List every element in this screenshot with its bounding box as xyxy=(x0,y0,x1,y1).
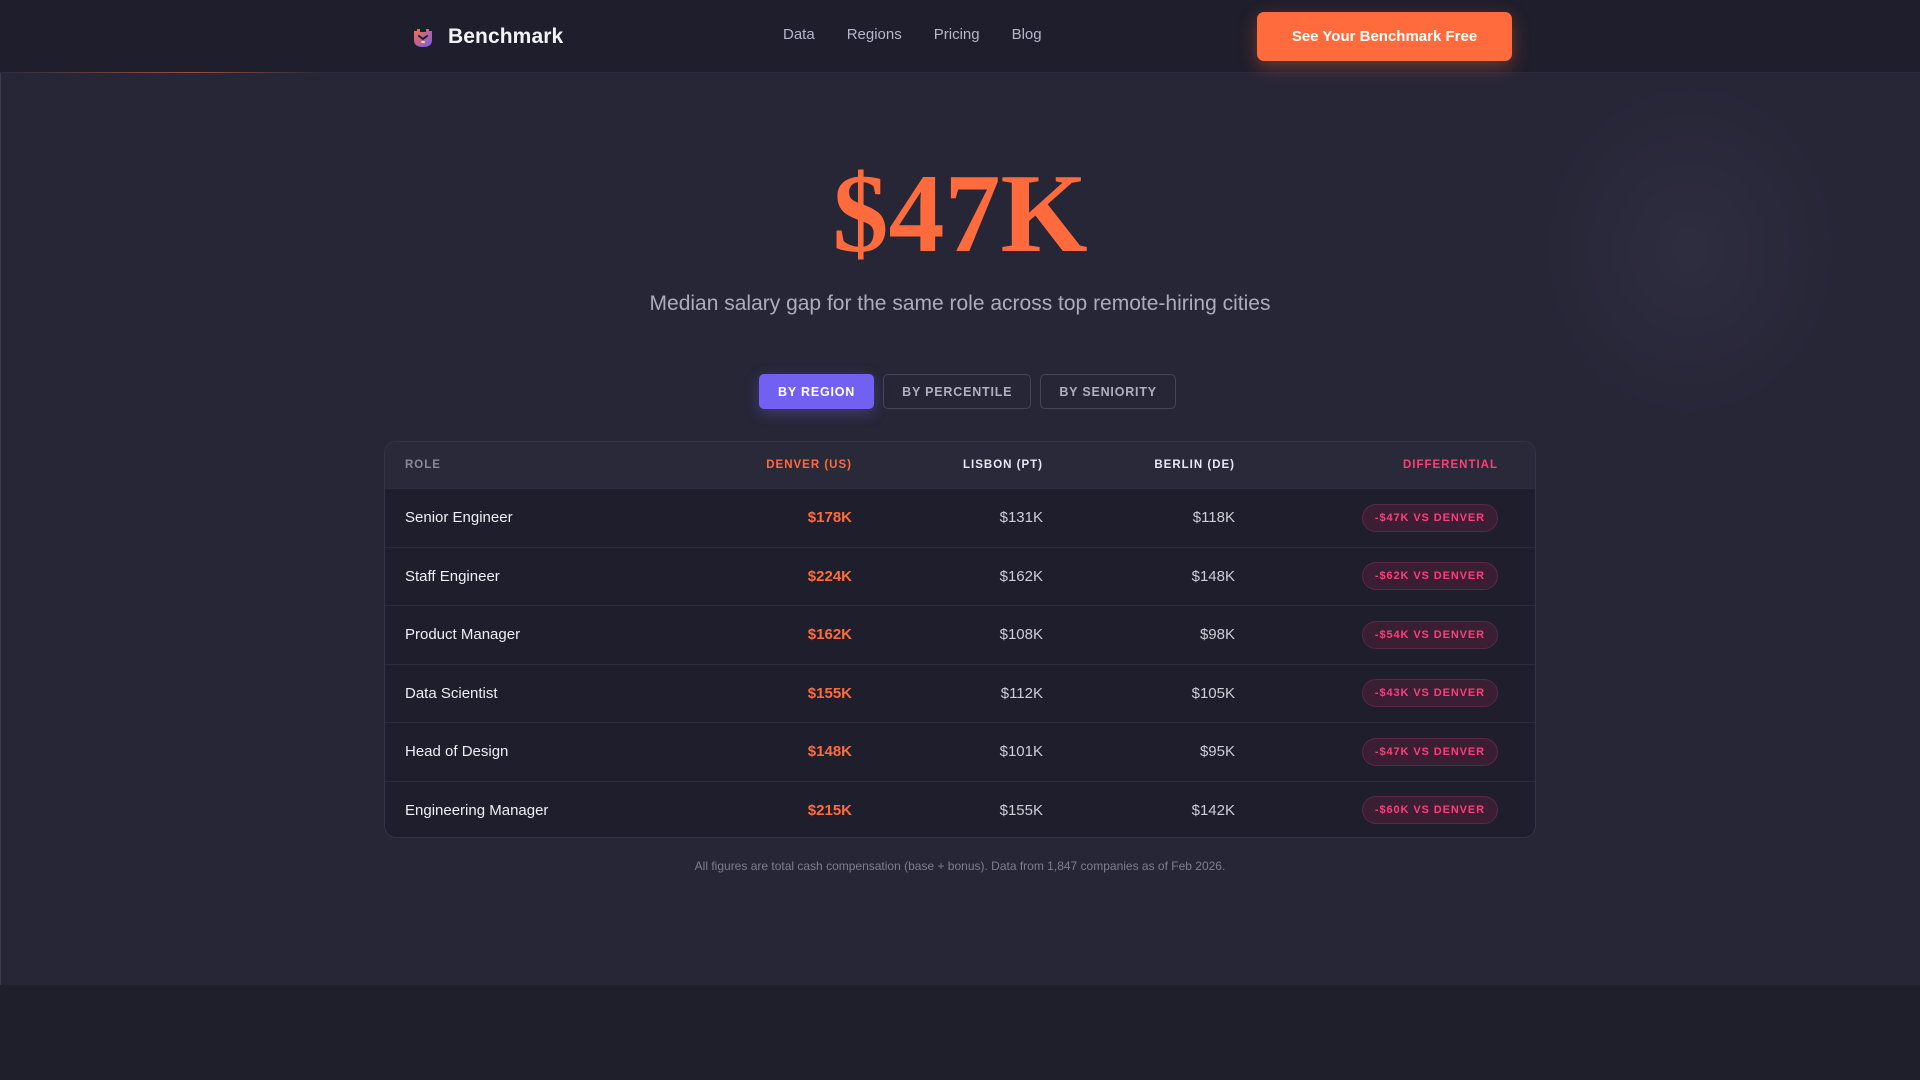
cell-role: Head of Design xyxy=(405,743,509,761)
cell-denver: $155K xyxy=(807,684,852,702)
cell-denver: $148K xyxy=(807,743,852,761)
cell-denver: $178K xyxy=(807,509,852,527)
cell-denver: $162K xyxy=(807,626,852,644)
header-denver[interactable]: DENVER (US) xyxy=(660,459,852,471)
cell-role: Product Manager xyxy=(405,626,521,644)
cell-role: Engineering Manager xyxy=(405,801,549,819)
footer-strip xyxy=(0,985,1920,1080)
brand[interactable]: Benchmark xyxy=(410,22,563,52)
nav-links: Data Regions Pricing Blog xyxy=(783,26,1042,43)
header-berlin[interactable]: BERLIN (DE) xyxy=(1043,459,1235,471)
cell-berlin: $142K xyxy=(1191,801,1235,819)
headline-salary-gap: $47K xyxy=(832,152,1088,276)
differential-badge: -$54K VS DENVER xyxy=(1361,620,1498,649)
cell-berlin: $148K xyxy=(1191,567,1235,585)
cell-lisbon: $101K xyxy=(999,743,1043,761)
header-role[interactable]: ROLE xyxy=(385,459,660,471)
salary-table: ROLE DENVER (US) LISBON (PT) BERLIN (DE)… xyxy=(384,441,1536,838)
cell-denver: $224K xyxy=(807,567,852,585)
differential-badge: -$62K VS DENVER xyxy=(1361,562,1498,591)
cell-differential: -$60K VS DENVER xyxy=(1235,796,1518,825)
cell-differential: -$43K VS DENVER xyxy=(1235,679,1518,708)
table-row: Engineering Manager $215K $155K $142K -$… xyxy=(385,780,1535,838)
cell-lisbon: $162K xyxy=(999,567,1043,585)
cell-berlin: $118K xyxy=(1192,509,1235,527)
cell-role: Staff Engineer xyxy=(405,567,500,585)
cell-denver: $215K xyxy=(807,801,852,819)
nav-link-pricing[interactable]: Pricing xyxy=(934,26,980,43)
header-lisbon[interactable]: LISBON (PT) xyxy=(852,459,1043,471)
table-row: Data Scientist $155K $112K $105K -$43K V… xyxy=(385,663,1535,723)
cell-berlin: $105K xyxy=(1191,684,1235,702)
hero-subheadline: Median salary gap for the same role acro… xyxy=(649,292,1271,315)
tab-by-seniority[interactable]: BY SENIORITY xyxy=(1040,374,1176,409)
table-row: Senior Engineer $178K $131K $118K -$47K … xyxy=(385,488,1535,547)
differential-badge: -$43K VS DENVER xyxy=(1361,679,1498,708)
header-differential[interactable]: DIFFERENTIAL xyxy=(1235,459,1518,471)
view-tabs: BY REGION BY PERCENTILE BY SENIORITY xyxy=(759,374,1176,409)
cell-differential: -$47K VS DENVER xyxy=(1235,737,1518,766)
cell-differential: -$62K VS DENVER xyxy=(1235,562,1518,591)
cell-differential: -$47K VS DENVER xyxy=(1235,503,1518,532)
cell-lisbon: $108K xyxy=(999,626,1043,644)
cell-differential: -$54K VS DENVER xyxy=(1235,620,1518,649)
cell-lisbon: $131K xyxy=(999,509,1043,527)
cell-role: Data Scientist xyxy=(405,684,498,702)
table-row: Product Manager $162K $108K $98K -$54K V… xyxy=(385,605,1535,664)
nav-accent-line xyxy=(0,72,320,73)
cell-lisbon: $155K xyxy=(999,801,1043,819)
cell-berlin: $98K xyxy=(1199,626,1235,644)
benchmark-logo-icon xyxy=(414,29,432,47)
brand-name: Benchmark xyxy=(448,25,564,48)
differential-badge: -$47K VS DENVER xyxy=(1361,737,1498,766)
cell-lisbon: $112K xyxy=(1000,684,1043,702)
data-footnote: All figures are total cash compensation … xyxy=(694,859,1226,873)
differential-badge: -$60K VS DENVER xyxy=(1361,796,1498,825)
top-navbar: Benchmark Data Regions Pricing Blog See … xyxy=(0,0,1920,73)
nav-link-regions[interactable]: Regions xyxy=(847,26,902,43)
nav-link-blog[interactable]: Blog xyxy=(1012,26,1042,43)
tab-by-region[interactable]: BY REGION xyxy=(759,374,875,409)
table-header: ROLE DENVER (US) LISBON (PT) BERLIN (DE)… xyxy=(385,442,1535,488)
see-benchmark-button[interactable]: See Your Benchmark Free xyxy=(1257,12,1512,61)
table-row: Staff Engineer $224K $162K $148K -$62K V… xyxy=(385,546,1535,606)
tab-by-percentile[interactable]: BY PERCENTILE xyxy=(883,374,1032,409)
cell-role: Senior Engineer xyxy=(405,509,513,527)
nav-link-data[interactable]: Data xyxy=(783,26,815,43)
table-row: Head of Design $148K $101K $95K -$47K VS… xyxy=(385,722,1535,781)
cell-berlin: $95K xyxy=(1199,743,1235,761)
differential-badge: -$47K VS DENVER xyxy=(1361,503,1498,532)
